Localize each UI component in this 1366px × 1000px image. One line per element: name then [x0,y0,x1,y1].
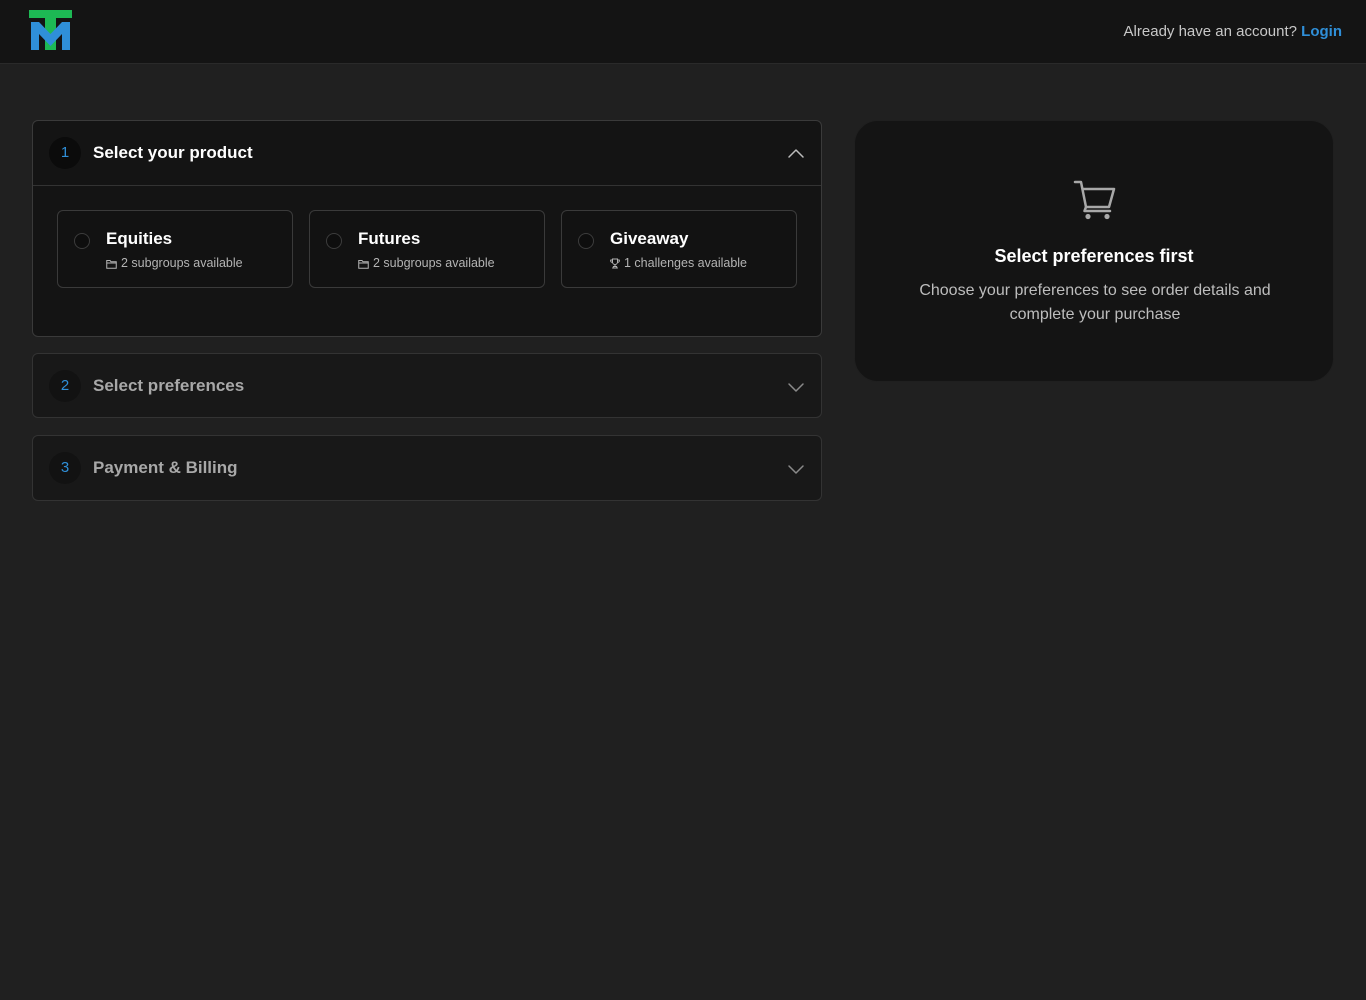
radio-equities[interactable] [74,233,90,249]
step-3-title: Payment & Billing [93,458,238,477]
product-options: Equities 2 subgroups available Futures 2… [57,210,797,288]
product-option-futures[interactable]: Futures 2 subgroups available [309,210,545,288]
step-3-number: 3 [49,452,81,484]
step-select-preferences: 2 Select preferences [32,353,822,418]
product-option-giveaway[interactable]: Giveaway 1 challenges available [561,210,797,288]
step-2-title: Select preferences [93,376,245,395]
product-name: Giveaway [610,229,689,248]
summary-description: Choose your preferences to see order det… [919,282,1271,323]
tm-logo-icon[interactable] [29,10,72,52]
step-1-number: 1 [49,137,81,169]
step-2-number: 2 [49,370,81,402]
product-option-equities[interactable]: Equities 2 subgroups available [57,210,293,288]
product-subtext-label: 2 subgroups available [121,256,243,270]
product-subtext: 1 challenges available [610,255,747,271]
product-subtext: 2 subgroups available [358,255,495,271]
shopping-cart-icon [1073,180,1116,220]
step-3-header[interactable]: 3 Payment & Billing [33,436,821,501]
chevron-up-icon[interactable] [787,145,805,163]
product-name: Futures [358,229,421,248]
order-summary-card: Select preferences first Choose your pre… [854,120,1334,382]
top-bar: Already have an account? Login [0,0,1366,64]
product-subtext-label: 1 challenges available [624,256,748,270]
step-1-title: Select your product [93,143,253,162]
folder-icon [358,260,369,269]
product-subtext: 2 subgroups available [106,255,243,271]
folder-icon [106,260,117,269]
chevron-down-icon[interactable] [787,460,805,478]
product-subtext-label: 2 subgroups available [373,256,495,270]
summary-title: Select preferences first [994,246,1194,266]
step-select-product: 1 Select your product Equities 2 subgrou… [32,120,822,337]
account-prompt: Already have an account? Login [1124,22,1342,42]
step-1-header[interactable]: 1 Select your product [33,121,821,186]
step-2-header[interactable]: 2 Select preferences [33,354,821,419]
radio-giveaway[interactable] [578,233,594,249]
chevron-down-icon[interactable] [787,378,805,396]
account-prompt-text: Already have an account? [1123,23,1297,40]
radio-futures[interactable] [326,233,342,249]
product-name: Equities [106,229,173,248]
step-payment-billing: 3 Payment & Billing [32,435,822,501]
trophy-icon [610,258,620,269]
login-link[interactable]: Login [1301,23,1342,40]
